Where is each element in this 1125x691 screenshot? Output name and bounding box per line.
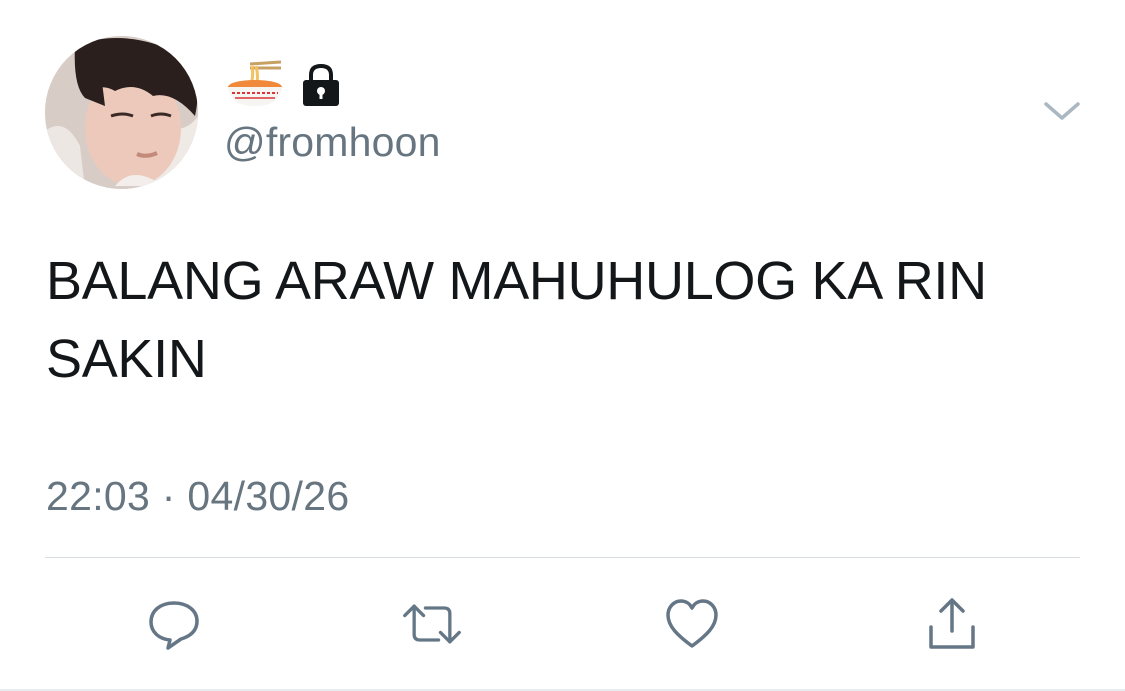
divider	[45, 557, 1080, 558]
share-button[interactable]	[921, 594, 983, 654]
reply-icon	[149, 601, 199, 650]
like-heart-icon	[666, 599, 718, 648]
like-button[interactable]	[661, 594, 723, 654]
ramen-bowl-icon	[228, 60, 282, 106]
lock-icon	[303, 63, 339, 106]
retweet-button[interactable]	[401, 594, 463, 654]
tweet-text: BALANG ARAW MAHUHULOG KA RIN SAKIN	[46, 251, 987, 389]
retweet-icon	[403, 604, 461, 644]
avatar[interactable]	[45, 36, 198, 189]
timestamp[interactable]: 22:03 · 04/30/26	[46, 472, 349, 520]
reply-button[interactable]	[143, 594, 205, 654]
share-icon	[929, 598, 975, 649]
tweet: @fromhoon BALANG ARAW MAHUHULOG KA RIN S…	[0, 0, 1125, 691]
avatar-photo	[45, 36, 198, 189]
chevron-down-icon[interactable]	[1040, 96, 1084, 126]
user-handle[interactable]: @fromhoon	[224, 118, 441, 166]
display-name-icons	[226, 58, 342, 108]
